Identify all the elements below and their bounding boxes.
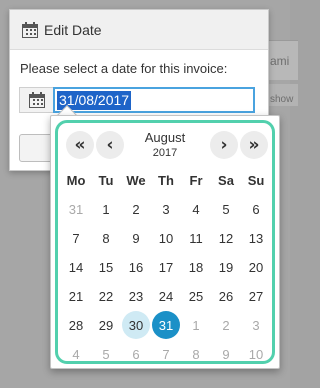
day-cell[interactable]: 8 [182, 340, 210, 368]
weekday-header: We [126, 173, 146, 188]
day-cell[interactable]: 5 [212, 195, 240, 223]
day-cell[interactable]: 9 [122, 224, 150, 252]
calendar-icon [22, 21, 38, 38]
day-cell[interactable]: 29 [92, 311, 120, 339]
dialog-prompt: Please select a date for this invoice: [20, 61, 228, 76]
date-picker-toggle[interactable] [19, 87, 53, 113]
day-cell[interactable]: 13 [242, 224, 270, 252]
day-cell[interactable]: 18 [182, 253, 210, 281]
day-cell[interactable]: 8 [92, 224, 120, 252]
day-cell[interactable]: 7 [152, 340, 180, 368]
background-text: ami [270, 54, 290, 68]
weekday-header: Fr [189, 173, 203, 188]
day-cell[interactable]: 28 [62, 311, 90, 339]
day-cell[interactable]: 31 [62, 195, 90, 223]
day-cell[interactable]: 10 [152, 224, 180, 252]
day-cell[interactable]: 12 [212, 224, 240, 252]
weekday-header: Sa [218, 173, 234, 188]
day-cell[interactable]: 3 [242, 311, 270, 339]
day-cell[interactable]: 10 [242, 340, 270, 368]
day-cell[interactable]: 17 [152, 253, 180, 281]
date-input[interactable]: 31/08/2017 [53, 87, 255, 113]
day-cell[interactable]: 16 [122, 253, 150, 281]
weekday-header: Su [247, 173, 265, 188]
day-cell[interactable]: 24 [152, 282, 180, 310]
day-cell[interactable]: 6 [242, 195, 270, 223]
day-cell[interactable]: 20 [242, 253, 270, 281]
weekday-header: Tu [98, 173, 114, 188]
next-month-button[interactable]: › [210, 131, 238, 159]
day-cell[interactable]: 1 [92, 195, 120, 223]
day-cell[interactable]: 7 [62, 224, 90, 252]
day-cell[interactable]: 5 [92, 340, 120, 368]
day-cell[interactable]: 22 [92, 282, 120, 310]
day-cell[interactable]: 11 [182, 224, 210, 252]
date-field-group: 31/08/2017 [19, 87, 255, 113]
day-cell[interactable]: 9 [212, 340, 240, 368]
dialog-header: Edit Date [10, 10, 268, 50]
day-cell[interactable]: 27 [242, 282, 270, 310]
day-cell[interactable]: 14 [62, 253, 90, 281]
day-cell[interactable]: 4 [62, 340, 90, 368]
background-text-2: show [270, 94, 294, 105]
calendar-grid: Mo Tu We Th Fr Sa Su 31 1 2 3 4 5 6 7 8 9 10 11 12 13 14 15 16 1… [61, 166, 271, 369]
next-year-button[interactable]: » [240, 131, 268, 159]
day-cell[interactable]: 25 [182, 282, 210, 310]
weekday-header: Th [158, 173, 174, 188]
day-cell-selected[interactable]: 31 [152, 311, 180, 339]
calendar-frame: « ‹ August 2017 › » Mo Tu We Th Fr Sa Su 31 1 2 3 4… [55, 120, 275, 364]
day-cell[interactable]: 2 [212, 311, 240, 339]
day-cell[interactable]: 23 [122, 282, 150, 310]
day-cell[interactable]: 4 [182, 195, 210, 223]
day-cell[interactable]: 26 [212, 282, 240, 310]
weekday-header: Mo [66, 173, 86, 188]
datepicker-popup: « ‹ August 2017 › » Mo Tu We Th Fr Sa Su 31 1 2 3 4… [50, 115, 280, 369]
day-cell-today[interactable]: 30 [122, 311, 150, 339]
calendar-icon [28, 92, 45, 108]
day-cell[interactable]: 3 [152, 195, 180, 223]
day-cell[interactable]: 21 [62, 282, 90, 310]
day-cell[interactable]: 2 [122, 195, 150, 223]
dialog-title: Edit Date [44, 21, 102, 38]
day-cell[interactable]: 6 [122, 340, 150, 368]
day-cell[interactable]: 15 [92, 253, 120, 281]
day-cell[interactable]: 19 [212, 253, 240, 281]
day-cell[interactable]: 1 [182, 311, 210, 339]
